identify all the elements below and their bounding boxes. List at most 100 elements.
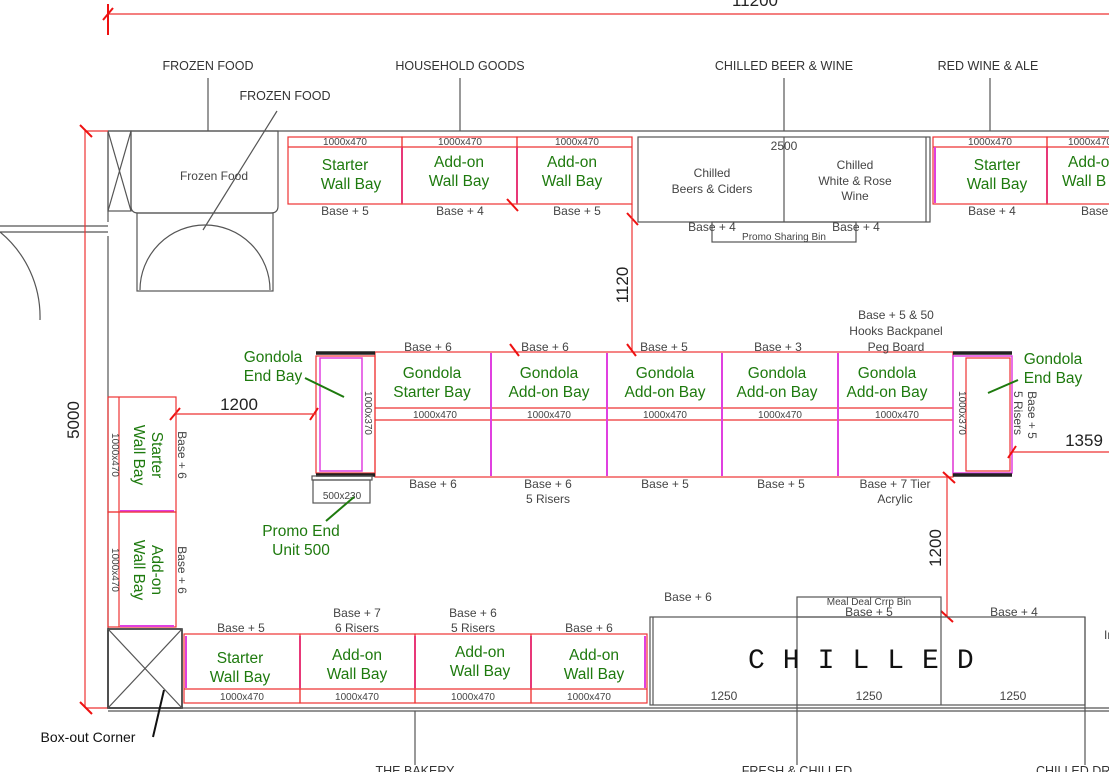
bay-size: 1000x470 xyxy=(335,692,379,703)
bay-base: Base + 5 xyxy=(553,204,601,218)
frozen-food-label: Frozen Food xyxy=(180,169,248,183)
gondola-end-label-right: Gondola xyxy=(1024,351,1083,368)
chiller-right-label: White & Rose xyxy=(818,174,892,188)
bay-name: Wall Bay xyxy=(967,176,1028,193)
category-bakery: THE BAKERY xyxy=(376,764,456,772)
bay-top-base: Base + 6 xyxy=(521,340,569,354)
category-chilled-beer-wine: CHILLED BEER & WINE xyxy=(715,59,853,73)
chiller-left-base: Base + 4 xyxy=(688,220,736,234)
wall-bay[interactable]: 1000x470 Starter Wall Bay Base + 4 xyxy=(932,136,1048,218)
bay-name: Wall Bay xyxy=(210,669,271,686)
bay-name: Starter Bay xyxy=(393,384,471,401)
chilled-base: Base + 5 xyxy=(845,605,893,619)
bottom-category-labels: THE BAKERY FRESH & CHILLED CHILLED DRI xyxy=(376,764,1109,772)
wall-bay[interactable]: 1000x470 Add-on Wall B Base xyxy=(1046,136,1109,218)
box-out-corner xyxy=(107,628,183,709)
bay-base: 5 Risers xyxy=(451,621,495,635)
bay-name: Add-on xyxy=(148,545,165,595)
bay-size: 1000x470 xyxy=(451,692,495,703)
bay-size: 1000x470 xyxy=(323,137,367,148)
chilled-bay-size: 1250 xyxy=(711,689,738,703)
bay-name: Add-on xyxy=(569,647,619,664)
door-swing xyxy=(0,231,41,321)
promo-end-unit[interactable]: 500x230 xyxy=(311,475,373,504)
bay-bottom-base: Base + 6 xyxy=(524,477,572,491)
chilled-bay-size: 1250 xyxy=(1000,689,1027,703)
bay-size: 1000x470 xyxy=(109,548,120,592)
bay-name: Wall Bay xyxy=(542,173,603,190)
partial-label: In xyxy=(1104,628,1109,642)
aisle-right-label: 1359 xyxy=(1065,431,1103,450)
end-bay-risers: 5 Risers xyxy=(1011,391,1025,435)
bay-top-base: Base + 5 & 50 xyxy=(858,308,934,322)
bay-name: Starter xyxy=(217,650,264,667)
aisle-bottom-label: 1200 xyxy=(926,529,945,567)
wall-bay[interactable]: 1000x470 Starter Wall Bay Base + 5 xyxy=(287,136,403,218)
bay-bottom-base: Base + 6 xyxy=(409,477,457,491)
chiller-right-label: Chilled xyxy=(837,158,874,172)
gondola-bay[interactable]: Base + 5 & 50 Hooks Backpanel Peg Board … xyxy=(847,308,943,506)
category-red-wine-ale: RED WINE & ALE xyxy=(938,59,1039,73)
gondola-end-bay-left[interactable]: 1000x370 xyxy=(309,351,376,477)
chiller-right-base: Base + 4 xyxy=(832,220,880,234)
chilled-title: CHILLED xyxy=(748,646,992,677)
chilled-base: Base + 6 xyxy=(664,590,712,604)
bay-name: Wall Bay xyxy=(450,663,511,680)
gondola-bay[interactable]: Base + 6 Gondola Add-on Bay 1000x470 Bas… xyxy=(509,340,590,506)
bay-size: 1000x470 xyxy=(1068,137,1109,148)
gondola-end-label-left: Gondola xyxy=(244,349,303,366)
bay-bottom-base: Base + 5 xyxy=(641,477,689,491)
bay-name: Gondola xyxy=(636,365,695,382)
bay-name: Wall Bay xyxy=(327,666,388,683)
chilled-base: Base + 4 xyxy=(990,605,1038,619)
bay-base: Base + 4 xyxy=(436,204,484,218)
gondola-bay[interactable]: Base + 5 Gondola Add-on Bay 1000x470 Bas… xyxy=(625,340,706,491)
wall-bay[interactable]: 1000x470 Add-on Wall Bay Base + 5 xyxy=(516,136,633,218)
bay-top-base: Base + 6 xyxy=(404,340,452,354)
left-wall-bays: 1000x470 Starter Wall Bay Base + 6 1000x… xyxy=(41,396,189,745)
wall-bay[interactable]: Base + 6 Add-on Wall Bay 1000x470 xyxy=(530,621,648,704)
gondola-bay[interactable]: Base + 3 Gondola Add-on Bay 1000x470 Bas… xyxy=(737,340,818,491)
promo-sharing-bin-label: Promo Sharing Bin xyxy=(742,232,826,243)
bay-base: Base + 5 xyxy=(321,204,369,218)
bay-name: Add-on Bay xyxy=(509,384,590,401)
bay-name: Add-on xyxy=(455,644,505,661)
chiller-left-label: Chilled xyxy=(694,166,731,180)
wall-bay[interactable]: Base + 6 5 Risers Add-on Wall Bay 1000x4… xyxy=(414,606,532,704)
wall-bay[interactable]: Base + 5 Starter Wall Bay 1000x470 xyxy=(183,621,301,704)
gondola-run: Base + 6 Gondola Starter Bay 1000x470 Ba… xyxy=(244,308,1083,559)
bay-base: Base + 6 xyxy=(565,621,613,635)
bay-size: 1000x470 xyxy=(220,692,264,703)
bay-base: 6 Risers xyxy=(335,621,379,635)
bay-size: 1000x470 xyxy=(109,433,120,477)
bay-size: 1000x470 xyxy=(527,410,571,421)
bay-name: Wall Bay xyxy=(564,666,625,683)
bay-bottom-base: Base + 7 Tier xyxy=(859,477,930,491)
aisle-top-label: 1120 xyxy=(613,267,632,304)
bay-size: 1000x470 xyxy=(413,410,457,421)
end-bay-size: 1000x370 xyxy=(362,391,373,435)
bay-base: Base + 7 xyxy=(333,606,381,620)
bay-name: Add-on xyxy=(547,154,597,171)
end-bay-base: Base + 5 xyxy=(1025,391,1039,439)
gondola-bay[interactable]: Base + 6 Gondola Starter Bay 1000x470 Ba… xyxy=(393,340,471,491)
aisle-left-label: 1200 xyxy=(220,395,258,414)
wall-bay[interactable]: Base + 7 6 Risers Add-on Wall Bay 1000x4… xyxy=(299,606,416,704)
bay-name: Starter xyxy=(974,157,1021,174)
walls xyxy=(0,130,1109,712)
chiller-width-label: 2500 xyxy=(771,139,798,153)
height-label: 5000 xyxy=(64,401,83,439)
chilled-beer-wine-unit: 2500 Chilled Beers & Ciders Chilled Whit… xyxy=(637,136,931,243)
promo-end-label: Unit 500 xyxy=(272,542,330,559)
bay-base: Base + 5 xyxy=(217,621,265,635)
bay-name: Gondola xyxy=(520,365,579,382)
wall-bay[interactable]: 1000x470 Add-on Wall Bay Base + 4 xyxy=(401,136,518,218)
bay-size: 1000x470 xyxy=(438,137,482,148)
bay-top-base: Base + 5 xyxy=(640,340,688,354)
bay-top-note: Peg Board xyxy=(868,340,925,354)
store-floor-plan: 11200 FROZEN FOOD FROZEN FOOD HOUSEHOLD … xyxy=(0,0,1109,772)
total-width-label: 11200 xyxy=(732,0,778,10)
bay-name: Add-on xyxy=(1068,154,1109,171)
wall-bay[interactable]: 1000x470 Add-on Wall Bay Base + 6 xyxy=(107,511,189,628)
bay-size: 1000x470 xyxy=(643,410,687,421)
